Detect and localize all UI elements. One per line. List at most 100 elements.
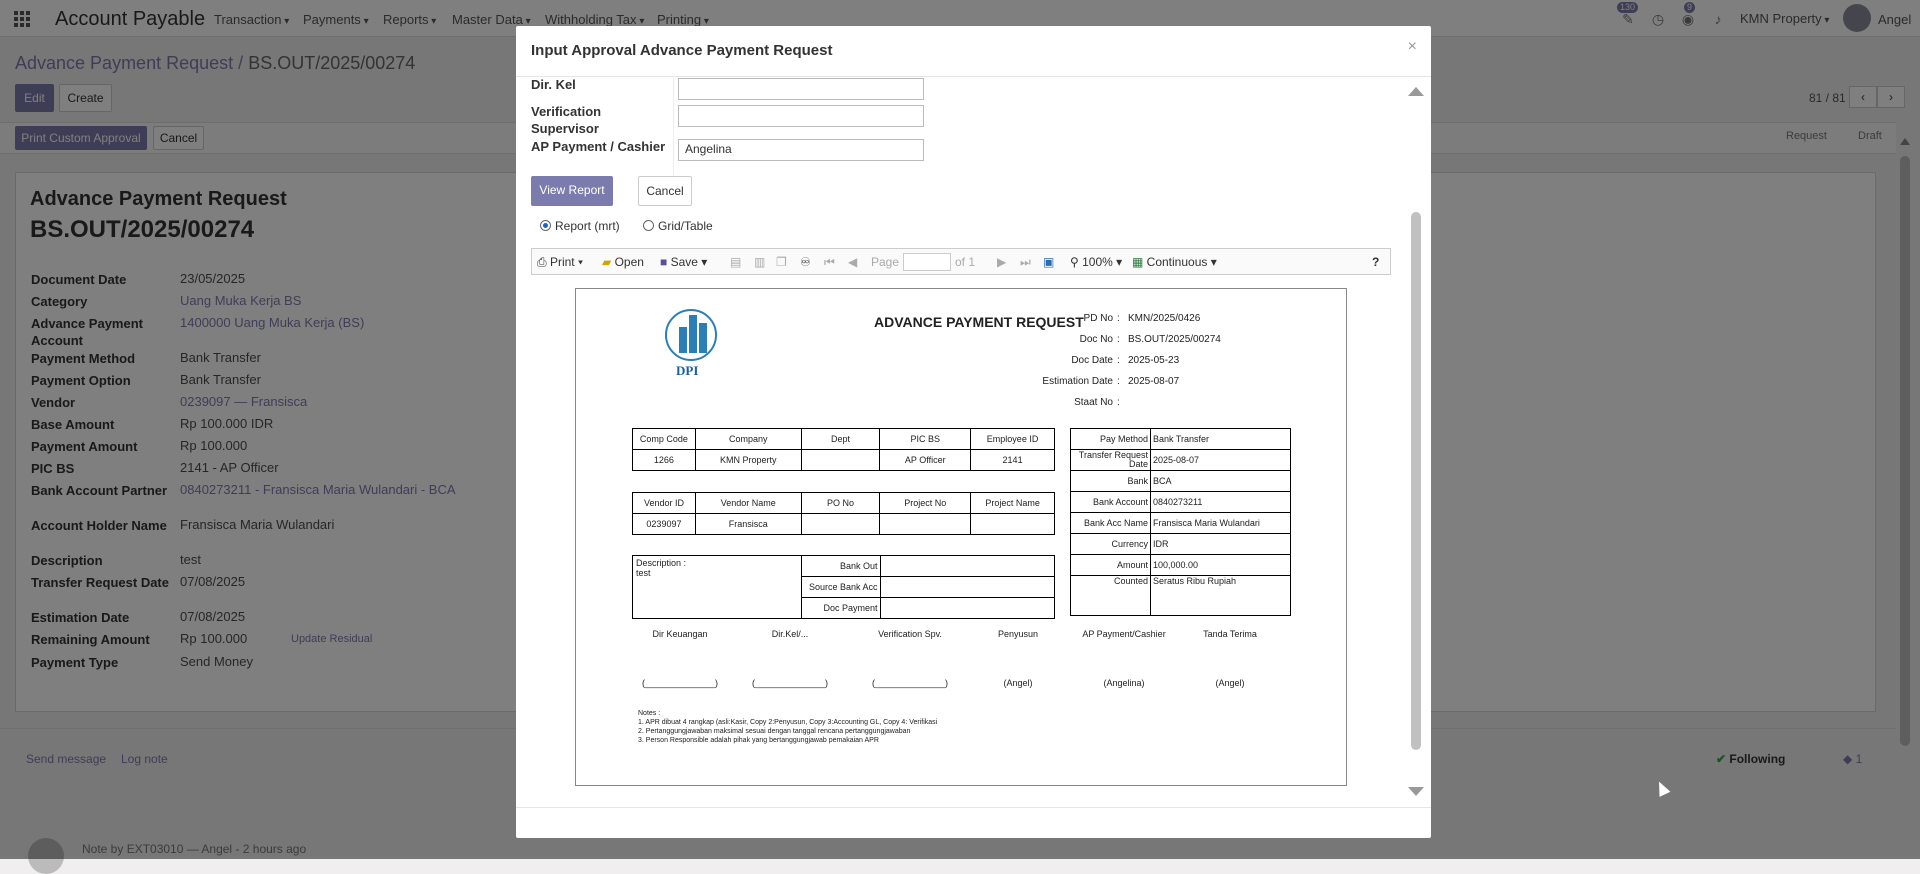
label-dir-kel: Dir. Kel [531,77,576,92]
hdr-colon: : [1117,355,1120,366]
table-row: Bank Account 0840273211 [1070,491,1291,513]
bank-out-value [879,555,1055,577]
table-cell: 2141 [970,449,1055,471]
page-of-label: of 1 [955,255,976,269]
pay-value: 100,000.00 [1150,554,1291,576]
note-line: 2. Pertanggungjawaban maksimal sesuai de… [638,728,911,735]
hdr-value-pd-no: KMN/2025/0426 [1128,313,1201,324]
company-table: Comp Code Company Dept PIC BS Employee I… [632,428,1055,471]
modal-header-divider [516,76,1431,77]
save-label: Save [670,255,698,269]
folder-icon: ▰ [602,255,615,269]
hdr-label-staat-no: Staat No [1074,397,1113,408]
view-mode-value: Continuous [1146,255,1208,269]
signer-name: (______________) [751,678,829,688]
label-verification-supervisor: Verification Supervisor [531,104,602,136]
table-cell [800,449,881,471]
close-icon[interactable]: × [1408,38,1417,56]
table-cell [800,513,881,535]
signer-role: Dir.Kel/... [771,629,809,639]
table-header: PO No [800,492,881,514]
clipboard-icon[interactable]: ▥ [754,255,765,269]
table-cell [970,513,1055,535]
view-mode-dropdown[interactable]: ▦ Continuous ▾ [1132,255,1217,269]
signer-role: Penyusun [997,629,1039,639]
signer-name: (Angel) [1215,678,1245,688]
save-button[interactable]: ■ Save ▾ [660,255,707,269]
dir-kel-input[interactable] [678,78,924,100]
print-button[interactable]: ⎙ Print ▾ [537,255,583,270]
table-cell: AP Officer [879,449,972,471]
table-row: Pay Method Bank Transfer [1070,428,1291,450]
modal-cancel-button[interactable]: Cancel [638,176,692,206]
pay-value: 0840273211 [1150,491,1291,513]
radio-report-mrt[interactable]: Report (mrt) [540,219,620,233]
pay-label: Bank Account [1070,491,1151,513]
hdr-label-doc-no: Doc No [1079,334,1113,345]
table-header: Comp Code [632,428,696,450]
table-row: Description : test Bank Out [632,555,1055,619]
modal-title: Input Approval Advance Payment Request [531,42,833,59]
open-button[interactable]: ▰ Open [602,255,644,269]
fit-page-icon[interactable]: ▣ [1043,255,1054,269]
table-row: Currency IDR [1070,533,1291,555]
table-cell: KMN Property [694,449,802,471]
pages-icon: ▦ [1132,255,1147,269]
document-icon[interactable]: ▤ [730,255,741,269]
source-bank-acc-label: Source Bank Acc [800,576,881,598]
signer-role: AP Payment/Cashier [1082,629,1166,639]
signer-role: Tanda Terima [1203,629,1257,639]
scroll-down-icon[interactable] [1408,787,1424,796]
scroll-up-icon[interactable] [1408,87,1424,96]
logo-text: DPI [676,363,699,378]
source-bank-acc-value [879,576,1055,598]
radio-unchecked-icon[interactable] [643,220,654,231]
table-cell: 1266 [632,449,696,471]
binoculars-icon[interactable]: ♾ [800,255,811,269]
pay-value: Fransisca Maria Wulandari [1150,512,1291,534]
payment-table: Pay Method Bank Transfer Transfer Request… [1070,428,1291,616]
print-label: Print [549,255,575,269]
table-header: Employee ID [970,428,1055,450]
last-page-icon[interactable]: ⏭ [1020,255,1031,270]
printer-icon: ⎙ [537,255,550,269]
page-number-input[interactable] [903,253,951,271]
hdr-colon: : [1117,376,1120,387]
radio-report-label: Report (mrt) [555,219,620,233]
hdr-label-pd-no: PD No [1083,313,1113,324]
copy-icon[interactable]: ❐ [776,255,787,269]
ap-payment-cashier-input[interactable]: Angelina [678,139,924,161]
table-cell: Fransisca [694,513,802,535]
pay-label: Transfer Request Date [1070,449,1151,471]
hdr-value-estimation-date: 2025-08-07 [1128,376,1180,387]
zoom-dropdown[interactable]: ⚲ 100% ▾ [1070,255,1122,269]
verification-supervisor-input[interactable] [678,105,924,127]
radio-grid-table[interactable]: Grid/Table [643,219,713,233]
signer-name: (Angel) [1003,678,1033,688]
description-cell: Description : test [632,555,802,619]
prev-page-icon[interactable]: ◀ [848,255,857,269]
signer-role: Verification Spv. [878,629,942,639]
approval-modal: Input Approval Advance Payment Request ×… [516,26,1431,838]
help-icon[interactable]: ? [1372,255,1379,269]
modal-scroll-thumb[interactable] [1411,212,1421,750]
next-page-icon[interactable]: ▶ [997,255,1006,269]
pay-label: Bank Acc Name [1070,512,1151,534]
signer-role: Dir Keuangan [652,629,708,639]
first-page-icon[interactable]: ⏮ [824,255,835,270]
hdr-label-doc-date: Doc Date [1071,355,1113,366]
bank-out-label: Bank Out [800,555,881,577]
table-header: PIC BS [879,428,972,450]
description-table: Description : test Bank Out Source Bank … [632,555,1055,619]
radio-checked-icon[interactable] [540,220,551,231]
doc-payment-label: Doc Payment [800,597,881,619]
field-separator [673,76,674,176]
magnifier-icon: ⚲ [1070,255,1083,269]
table-header: Dept [800,428,881,450]
view-report-button[interactable]: View Report [531,176,613,206]
table-header: Project No [879,492,972,514]
hdr-colon: : [1117,397,1120,408]
pay-label: Amount [1070,554,1151,576]
pay-value: 2025-08-07 [1150,449,1291,471]
table-row: 1266 KMN Property AP Officer 2141 [632,449,1055,471]
